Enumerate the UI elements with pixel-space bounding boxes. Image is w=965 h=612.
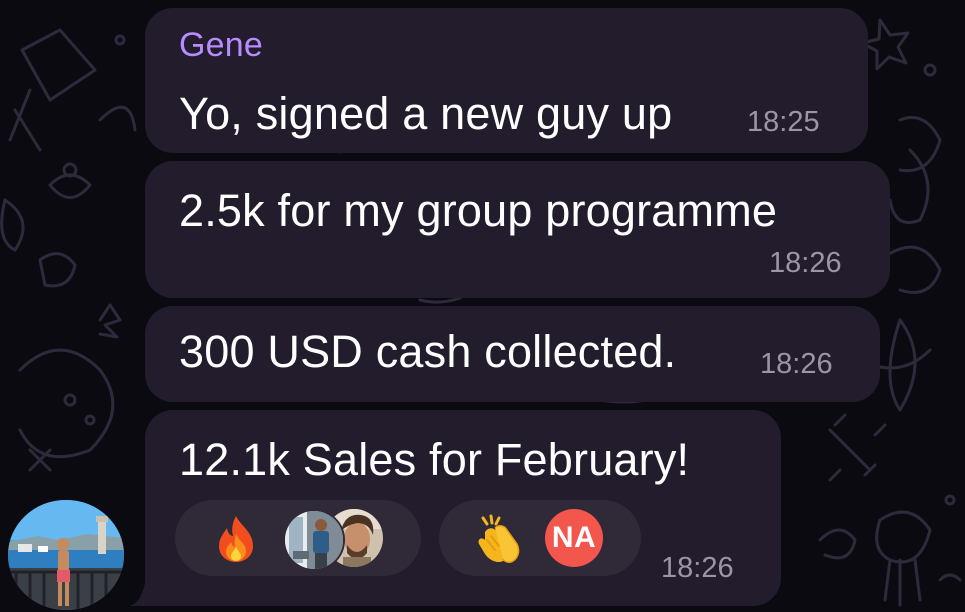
reactor-initials: NA	[551, 521, 597, 554]
message-bubble[interactable]: 12.1k Sales for February! NA 18:26	[145, 410, 781, 606]
message-time: 18:26	[760, 348, 833, 380]
reactor-avatar[interactable]	[283, 509, 345, 571]
message-bubble[interactable]: 300 USD cash collected. 18:26	[145, 306, 880, 402]
message-text: 12.1k Sales for February!	[179, 434, 690, 485]
clapping-hands-icon	[478, 514, 520, 563]
message-text: Yo, signed a new guy up	[179, 88, 673, 139]
message-time: 18:26	[769, 247, 842, 279]
message-time: 18:26	[661, 552, 734, 584]
sender-name[interactable]: Gene	[179, 26, 263, 65]
message-text: 300 USD cash collected.	[179, 326, 677, 377]
reaction-fire[interactable]	[175, 500, 421, 576]
message-text: 2.5k for my group programme	[179, 185, 778, 236]
message-bubble[interactable]: 2.5k for my group programme 18:26	[145, 161, 890, 298]
fire-icon	[219, 516, 253, 562]
sender-avatar[interactable]	[8, 500, 124, 610]
reaction-clap[interactable]: NA	[439, 500, 641, 576]
message-time: 18:25	[747, 106, 820, 138]
message-bubble[interactable]: Gene Yo, signed a new guy up 18:25	[145, 8, 868, 153]
reactor-avatar-na[interactable]: NA	[545, 509, 603, 567]
